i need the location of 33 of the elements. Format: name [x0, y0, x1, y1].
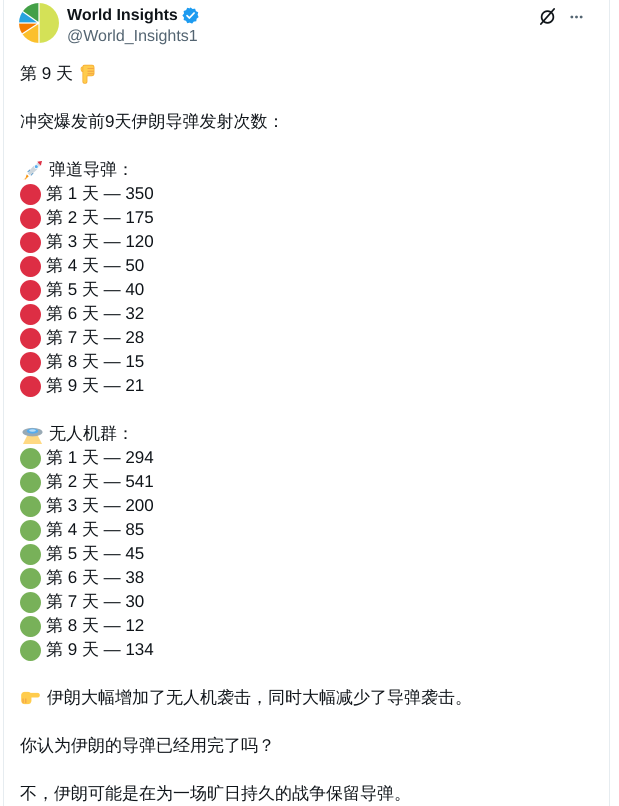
question-text: 你认为伊朗的导弹已经用完了吗？: [20, 735, 275, 757]
pointing-right-hand-icon: [20, 691, 41, 705]
rocket-icon: [22, 160, 43, 180]
list-entry: 第 2 天 — 175: [46, 207, 154, 229]
section-heading: 弹道导弹：: [49, 159, 134, 181]
list-entry: 第 9 天 — 21: [46, 375, 144, 397]
list-entry: 第 6 天 — 32: [46, 303, 144, 325]
user-handle[interactable]: @World_Insights1: [67, 26, 199, 47]
list-entry: 第 1 天 — 294: [46, 447, 154, 469]
list-entry: 第 4 天 — 50: [46, 255, 144, 277]
more-icon[interactable]: [570, 14, 583, 18]
list-entry: 第 6 天 — 38: [46, 567, 144, 589]
list-entry: 第 8 天 — 12: [46, 615, 144, 637]
list-entry: 第 7 天 — 30: [46, 591, 144, 613]
intro-text: 冲突爆发前9天伊朗导弹发射次数：: [20, 111, 284, 133]
list-entry: 第 7 天 — 28: [46, 327, 144, 349]
list-entry: 第 5 天 — 45: [46, 543, 144, 565]
list-entry: 第 9 天 — 134: [46, 639, 154, 661]
list-entry: 第 5 天 — 40: [46, 279, 144, 301]
list-entry: 第 2 天 — 541: [46, 471, 154, 493]
list-entry: 第 4 天 — 85: [46, 519, 144, 541]
list-entry: 第 3 天 — 120: [46, 231, 154, 253]
post-title: 第 9 天: [20, 63, 73, 85]
list-entry: 第 8 天 — 15: [46, 351, 144, 373]
section-heading: 无人机群：: [49, 423, 134, 445]
list-entry: 第 3 天 — 200: [46, 495, 154, 517]
author-name[interactable]: World Insights: [67, 6, 178, 25]
conclusion-text: 伊朗大幅增加了无人机袭击，同时大幅减少了导弹袭击。: [47, 687, 472, 709]
pie-chart-avatar-icon[interactable]: [19, 3, 59, 43]
slashed-circle-icon[interactable]: [538, 7, 557, 26]
pointing-down-hand-icon: [80, 64, 95, 84]
answer-text: 不，伊朗可能是在为一场旷日持久的战争保留导弹。: [20, 783, 411, 805]
list-entry: 第 1 天 — 350: [46, 183, 154, 205]
